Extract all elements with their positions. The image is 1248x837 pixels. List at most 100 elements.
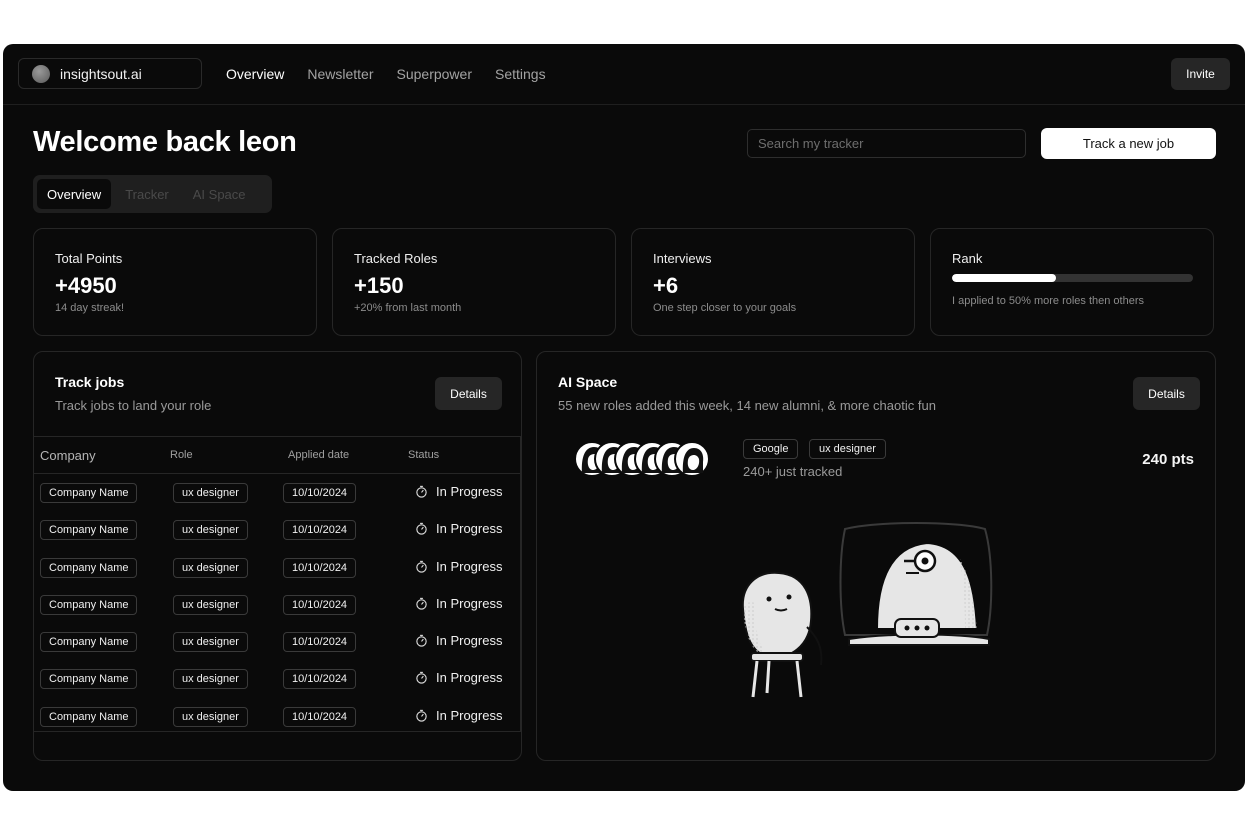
panel-subtitle: 55 new roles added this week, 14 new alu… bbox=[558, 398, 936, 413]
view-tabs: Overview Tracker AI Space bbox=[33, 175, 272, 213]
table-header: Company Role Applied date Status bbox=[34, 437, 520, 474]
date-chip: 10/10/2024 bbox=[283, 520, 357, 541]
stat-card-tracked-roles: Tracked Roles +150 +20% from last month bbox=[332, 228, 616, 336]
stopwatch-icon bbox=[416, 560, 427, 573]
nav-newsletter[interactable]: Newsletter bbox=[307, 66, 373, 82]
status-label: In Progress bbox=[436, 707, 503, 723]
search-input[interactable] bbox=[747, 129, 1026, 158]
stat-card-rank: Rank I applied to 50% more roles then ot… bbox=[930, 228, 1214, 336]
jobs-table: Company Role Applied date Status Company… bbox=[34, 436, 521, 732]
brand-logo-icon bbox=[32, 64, 50, 83]
stat-subtext: One step closer to your goals bbox=[653, 302, 797, 314]
points-value: 240 pts bbox=[1142, 451, 1194, 468]
stopwatch-icon bbox=[416, 672, 427, 685]
status-label: In Progress bbox=[436, 633, 503, 649]
track-new-job-button[interactable]: Track a new job bbox=[1041, 128, 1216, 159]
table-row[interactable]: Company Name ux designer 10/10/2024 In Prog… bbox=[34, 474, 520, 511]
company-chip[interactable]: Company Name bbox=[40, 594, 138, 615]
status-cell: In Progress bbox=[415, 521, 502, 536]
role-chip[interactable]: ux designer bbox=[173, 669, 248, 690]
invite-button[interactable]: Invite bbox=[1171, 58, 1230, 90]
company-chip[interactable]: Company Name bbox=[40, 483, 138, 503]
top-bar: insightsout.ai Overview Newsletter Super… bbox=[3, 44, 1245, 105]
nav-settings[interactable]: Settings bbox=[495, 66, 546, 82]
role-chip[interactable]: ux designer bbox=[173, 483, 248, 503]
avatar-icon bbox=[674, 441, 710, 477]
status-label: In Progress bbox=[436, 670, 503, 686]
panel-title: Track jobs bbox=[55, 374, 125, 390]
company-chip[interactable]: Company Name bbox=[40, 557, 138, 578]
stat-value: +4950 bbox=[55, 273, 117, 298]
page-title: Welcome back leon bbox=[33, 126, 297, 158]
table-body: Company Name ux designer 10/10/2024 In Prog… bbox=[34, 474, 520, 735]
column-role[interactable]: Role bbox=[170, 449, 193, 461]
robot-and-character-illustration bbox=[741, 522, 993, 698]
brand-name: insightsout.ai bbox=[60, 65, 142, 82]
stat-card-total-points: Total Points +4950 14 day streak! bbox=[33, 228, 317, 336]
tab-overview[interactable]: Overview bbox=[37, 179, 112, 209]
stopwatch-icon bbox=[416, 635, 427, 647]
stopwatch-icon bbox=[416, 485, 427, 498]
status-label: In Progress bbox=[436, 484, 503, 499]
stopwatch-icon bbox=[416, 597, 427, 610]
role-chip[interactable]: ux designer bbox=[173, 706, 248, 727]
stat-label: Interviews bbox=[653, 251, 712, 266]
workspace-switcher[interactable]: insightsout.ai bbox=[18, 58, 202, 89]
date-chip: 10/10/2024 bbox=[283, 706, 357, 727]
status-label: In Progress bbox=[436, 595, 503, 611]
stat-card-interviews: Interviews +6 One step closer to your go… bbox=[631, 228, 915, 336]
status-cell: In Progress bbox=[415, 708, 502, 723]
table-row[interactable]: Company Name ux designer 10/10/2024 In Prog… bbox=[34, 586, 520, 623]
stat-subtext: I applied to 50% more roles then others bbox=[952, 295, 1145, 307]
stat-label: Total Points bbox=[55, 251, 123, 266]
column-company[interactable]: Company bbox=[40, 448, 96, 463]
stopwatch-icon bbox=[416, 709, 427, 722]
status-cell: In Progress bbox=[415, 484, 502, 499]
role-chip[interactable]: ux designer bbox=[173, 557, 248, 578]
rank-progress-fill bbox=[952, 274, 1056, 282]
role-chip[interactable]: ux designer bbox=[173, 594, 248, 615]
panel-title: AI Space bbox=[558, 374, 618, 390]
status-cell: In Progress bbox=[415, 670, 502, 685]
nav-superpower[interactable]: Superpower bbox=[397, 66, 473, 82]
nav-overview[interactable]: Overview bbox=[226, 66, 284, 82]
company-chip[interactable]: Company Name bbox=[40, 706, 138, 727]
status-cell: In Progress bbox=[415, 596, 502, 611]
stat-subtext: +20% from last month bbox=[354, 302, 462, 314]
table-row[interactable]: Company Name ux designer 10/10/2024 In Prog… bbox=[34, 511, 520, 548]
company-chip[interactable]: Company Name bbox=[40, 632, 138, 653]
column-applied-date[interactable]: Applied date bbox=[288, 449, 349, 461]
main-nav: Overview Newsletter Superpower Settings bbox=[226, 66, 546, 82]
stat-value: +150 bbox=[354, 273, 404, 298]
date-chip: 10/10/2024 bbox=[283, 483, 357, 503]
app-window: insightsout.ai Overview Newsletter Super… bbox=[3, 44, 1245, 791]
company-tag[interactable]: Google bbox=[743, 439, 799, 459]
table-row[interactable]: Company Name ux designer 10/10/2024 In Prog… bbox=[34, 698, 520, 735]
column-status[interactable]: Status bbox=[408, 449, 439, 461]
role-chip[interactable]: ux designer bbox=[173, 520, 248, 541]
track-jobs-panel: Track jobs Track jobs to land your role … bbox=[33, 351, 522, 761]
status-label: In Progress bbox=[436, 558, 503, 574]
table-row[interactable]: Company Name ux designer 10/10/2024 In Prog… bbox=[34, 660, 520, 697]
alumni-avatar-stack bbox=[574, 441, 710, 477]
company-chip[interactable]: Company Name bbox=[40, 669, 138, 690]
stat-subtext: 14 day streak! bbox=[55, 302, 125, 314]
role-chip[interactable]: ux designer bbox=[173, 632, 248, 653]
stopwatch-icon bbox=[416, 523, 427, 535]
tab-tracker[interactable]: Tracker bbox=[115, 179, 179, 209]
company-chip[interactable]: Company Name bbox=[40, 520, 138, 541]
stat-label: Tracked Roles bbox=[354, 251, 438, 266]
tracked-count: 240+ just tracked bbox=[743, 464, 843, 479]
ai-space-panel: AI Space 55 new roles added this week, 1… bbox=[536, 351, 1216, 761]
track-jobs-details-button[interactable]: Details bbox=[435, 377, 502, 410]
date-chip: 10/10/2024 bbox=[283, 632, 357, 653]
date-chip: 10/10/2024 bbox=[283, 594, 357, 615]
status-cell: In Progress bbox=[415, 633, 502, 648]
table-row[interactable]: Company Name ux designer 10/10/2024 In Prog… bbox=[34, 623, 520, 660]
panel-subtitle: Track jobs to land your role bbox=[55, 398, 212, 413]
table-row[interactable]: Company Name ux designer 10/10/2024 In Prog… bbox=[34, 549, 520, 586]
role-tag[interactable]: ux designer bbox=[809, 439, 886, 459]
tab-ai-space[interactable]: AI Space bbox=[183, 179, 256, 209]
status-cell: In Progress bbox=[415, 559, 502, 574]
ai-space-details-button[interactable]: Details bbox=[1133, 377, 1200, 410]
